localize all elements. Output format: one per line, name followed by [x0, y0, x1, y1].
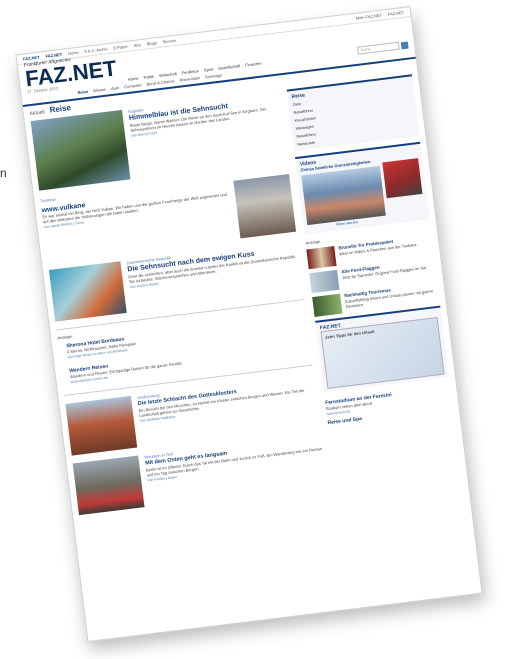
margin-letter: n — [0, 166, 7, 180]
webpage-screenshot: FAZ.NET FAZ.NET Home F.A.Z.-Archiv E-Pap… — [15, 5, 483, 643]
subnav-rhein-main[interactable]: Rhein-Main — [179, 75, 200, 83]
topnav-epaper[interactable]: E-Paper — [113, 43, 128, 51]
topnav-home[interactable]: Home — [68, 49, 79, 56]
teaser-tirol-image[interactable] — [72, 455, 145, 516]
topnav-mein-faz[interactable]: Mein FAZ.NET — [355, 12, 382, 21]
search-button[interactable] — [400, 41, 409, 50]
box-faznet: FAZ.NET Zehn Tipps für den Urlaub — [315, 305, 449, 393]
dom-image[interactable] — [48, 261, 127, 322]
breadcrumb-prefix[interactable]: Aktuell — [29, 109, 45, 117]
topnav-blogs[interactable]: Blogs — [146, 40, 157, 47]
teaser-kloster-image[interactable] — [65, 395, 138, 456]
subnav-computer[interactable]: Computer — [124, 82, 142, 90]
lead-image[interactable] — [30, 109, 131, 191]
subnav-reise[interactable]: Reise — [77, 89, 88, 96]
subnav-sonntags[interactable]: Sonntags — [205, 72, 223, 80]
page-title: Reise — [49, 103, 72, 115]
shop-image[interactable] — [312, 293, 343, 317]
topnav-service[interactable]: Service — [162, 37, 176, 45]
shop-image[interactable] — [309, 269, 340, 294]
topnav-faz[interactable]: FAZ.NET — [387, 9, 404, 17]
subnav-wissen[interactable]: Wissen — [93, 87, 107, 95]
shop-image[interactable] — [306, 246, 337, 270]
topnav-abo[interactable]: Abo — [133, 42, 141, 49]
subnav-auto[interactable]: Auto — [111, 85, 120, 92]
video-thumbnail[interactable] — [382, 158, 423, 199]
box-videos: Videos Chinas heimliche Grenzstreitigkei… — [295, 141, 430, 235]
main-column: Kirgisien Himmelblau ist die Sehnsucht B… — [30, 91, 328, 523]
vulkane-image[interactable] — [233, 174, 297, 239]
